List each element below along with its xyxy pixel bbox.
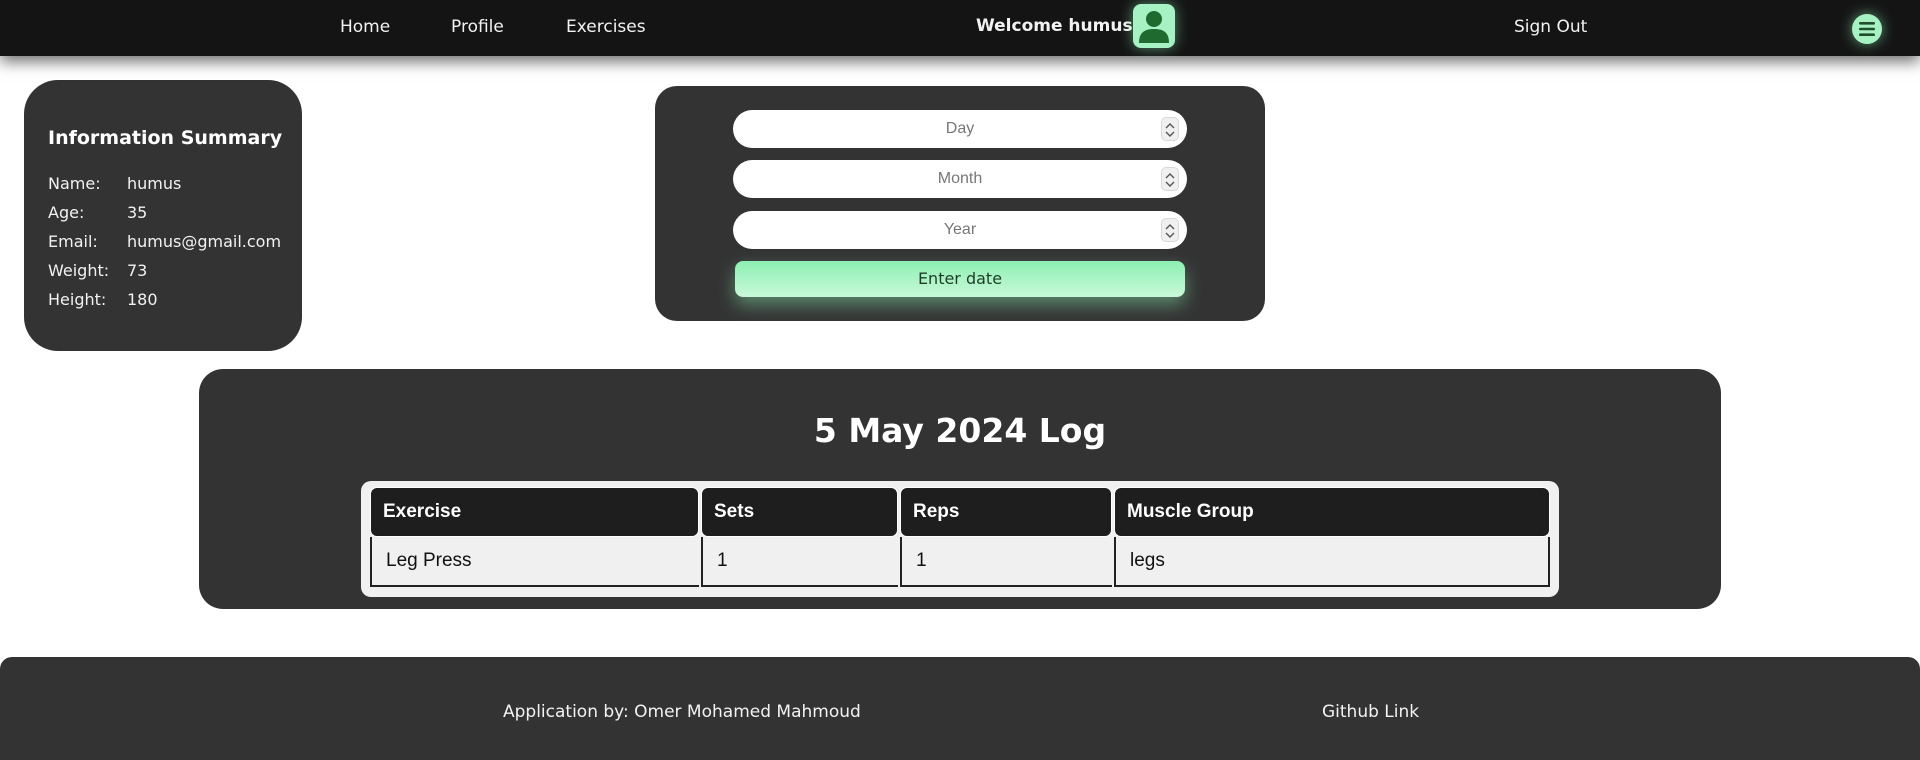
info-value: 73: [127, 261, 148, 280]
day-input[interactable]: Day: [733, 110, 1187, 148]
column-header-muscle-group: Muscle Group: [1114, 487, 1550, 537]
footer-credit: Application by: Omer Mohamed Mahmoud: [503, 702, 861, 722]
info-value: 180: [127, 290, 158, 309]
year-stepper-icon[interactable]: [1161, 218, 1179, 242]
info-row-name: Name: humus: [48, 169, 302, 198]
information-summary-card: Information Summary Name: humus Age: 35 …: [24, 80, 302, 351]
log-table: Exercise Sets Reps Muscle Group Leg Pres…: [368, 487, 1552, 587]
info-label: Name:: [48, 174, 101, 193]
sign-out-link[interactable]: Sign Out: [1514, 17, 1587, 37]
info-label: Age:: [48, 203, 85, 222]
top-navbar: Home Profile Exercises Welcome humus Sig…: [0, 0, 1920, 56]
hamburger-menu-icon[interactable]: [1852, 14, 1882, 44]
column-header-sets: Sets: [701, 487, 898, 537]
year-placeholder: Year: [943, 221, 977, 238]
info-row-height: Height: 180: [48, 285, 302, 314]
welcome-text: Welcome humus: [976, 16, 1133, 36]
date-form-card: Day Month Year Enter date: [655, 86, 1265, 321]
user-avatar-icon[interactable]: [1133, 4, 1175, 48]
day-placeholder: Day: [945, 120, 975, 137]
cell-sets: 1: [701, 537, 898, 587]
day-stepper-icon[interactable]: [1161, 117, 1179, 141]
column-header-reps: Reps: [900, 487, 1112, 537]
year-input[interactable]: Year: [733, 211, 1187, 249]
daily-log-card: 5 May 2024 Log Exercise Sets Reps Muscle…: [199, 369, 1721, 609]
cell-exercise: Leg Press: [370, 537, 699, 587]
nav-profile-link[interactable]: Profile: [451, 17, 504, 37]
cell-muscle-group: legs: [1114, 537, 1550, 587]
enter-date-button[interactable]: Enter date: [735, 261, 1185, 297]
column-header-exercise: Exercise: [370, 487, 699, 537]
month-stepper-icon[interactable]: [1161, 167, 1179, 191]
info-value: 35: [127, 203, 148, 222]
info-row-weight: Weight: 73: [48, 256, 302, 285]
info-label: Weight:: [48, 261, 110, 280]
info-value: humus@gmail.com: [127, 232, 282, 251]
info-row-email: Email: humus@gmail.com: [48, 227, 302, 256]
info-summary-title: Information Summary: [48, 127, 283, 149]
cell-reps: 1: [900, 537, 1112, 587]
info-value: humus: [127, 174, 182, 193]
github-link[interactable]: Github Link: [1322, 702, 1419, 722]
nav-exercises-link[interactable]: Exercises: [566, 17, 646, 37]
info-label: Height:: [48, 290, 107, 309]
footer: Application by: Omer Mohamed Mahmoud Git…: [0, 657, 1920, 760]
info-label: Email:: [48, 232, 98, 251]
month-input[interactable]: Month: [733, 160, 1187, 198]
log-title: 5 May 2024 Log: [813, 411, 1107, 450]
nav-home-link[interactable]: Home: [340, 17, 390, 37]
log-table-container: Exercise Sets Reps Muscle Group Leg Pres…: [361, 481, 1559, 597]
info-row-age: Age: 35: [48, 198, 302, 227]
month-placeholder: Month: [937, 170, 983, 187]
table-row: Leg Press 1 1 legs: [370, 537, 1550, 587]
table-header-row: Exercise Sets Reps Muscle Group: [370, 487, 1550, 537]
